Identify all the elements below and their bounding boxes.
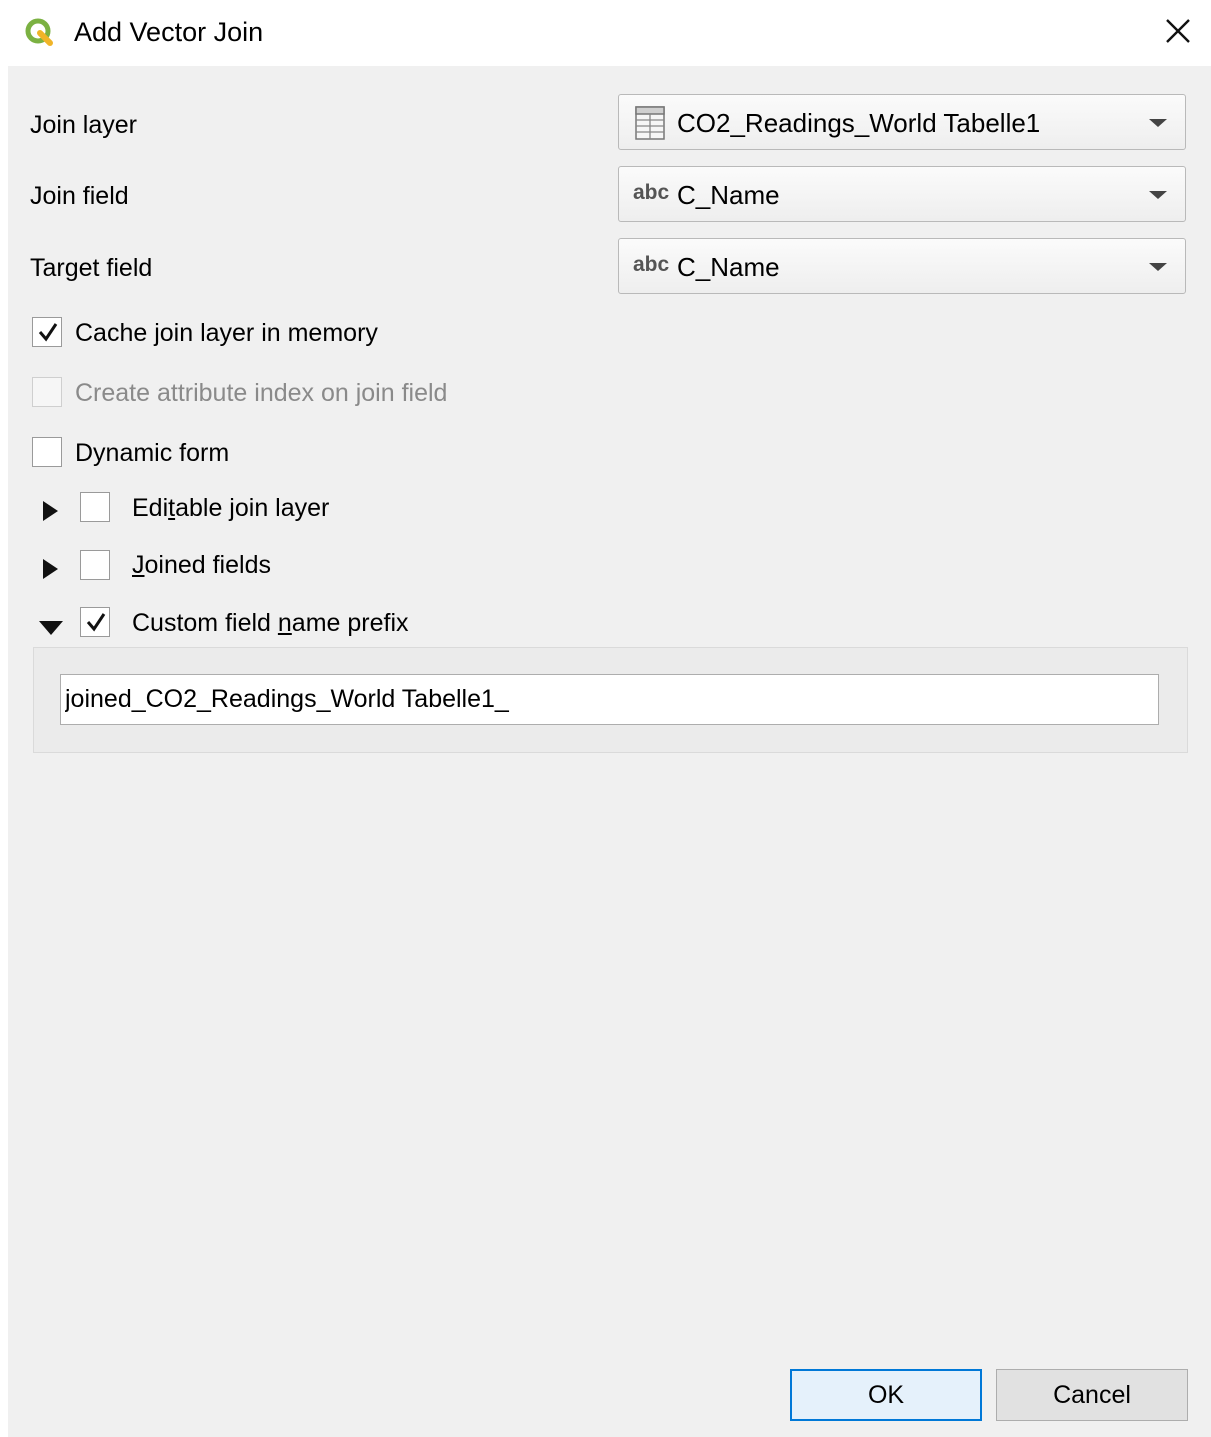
chevron-down-icon — [1149, 263, 1167, 271]
joined-fields-checkbox[interactable] — [80, 550, 110, 580]
checkmark-icon — [38, 323, 58, 342]
expand-arrow-icon[interactable] — [38, 498, 64, 524]
table-layer-icon — [635, 106, 665, 140]
custom-prefix-label: Custom field name prefix — [132, 609, 409, 637]
dynamic-form-checkbox[interactable] — [32, 437, 62, 467]
window-title: Add Vector Join — [74, 17, 264, 47]
text-type-badge: abc — [633, 181, 670, 204]
expand-arrow-icon[interactable] — [38, 556, 64, 582]
prefix-input[interactable] — [60, 674, 1159, 725]
checkmark-icon — [86, 613, 106, 632]
join-field-label: Join field — [30, 182, 129, 210]
close-icon[interactable] — [1158, 12, 1198, 52]
target-field-value: C_Name — [677, 252, 780, 282]
join-layer-value: CO2_Readings_World Tabelle1 — [677, 108, 1041, 138]
target-field-combo[interactable]: abc C_Name — [618, 238, 1186, 294]
join-layer-label: Join layer — [30, 111, 137, 139]
custom-prefix-checkbox[interactable] — [80, 607, 110, 637]
text-type-badge: abc — [633, 253, 670, 276]
chevron-down-icon — [1149, 119, 1167, 127]
attribute-index-label: Create attribute index on join field — [75, 379, 448, 407]
cache-label: Cache join layer in memory — [75, 319, 378, 347]
title-bar: Add Vector Join — [0, 0, 1211, 66]
join-field-combo[interactable]: abc C_Name — [618, 166, 1186, 222]
editable-join-checkbox[interactable] — [80, 492, 110, 522]
dynamic-form-label: Dynamic form — [75, 439, 230, 467]
joined-fields-label: Joined fields — [132, 551, 271, 579]
collapse-arrow-icon[interactable] — [38, 614, 64, 640]
ok-button[interactable]: OK — [790, 1369, 982, 1421]
join-layer-combo[interactable]: CO2_Readings_World Tabelle1 — [618, 94, 1186, 150]
chevron-down-icon — [1149, 191, 1167, 199]
join-field-value: C_Name — [677, 180, 780, 210]
qgis-logo-icon — [25, 18, 53, 46]
target-field-label: Target field — [30, 254, 153, 282]
cancel-button[interactable]: Cancel — [996, 1369, 1188, 1421]
dialog-body: Join layer CO2_Readings_World Tabelle1 J… — [8, 66, 1211, 1437]
cache-checkbox[interactable] — [32, 317, 62, 347]
editable-join-label: Editable join layer — [132, 494, 330, 522]
attribute-index-checkbox — [32, 377, 62, 407]
